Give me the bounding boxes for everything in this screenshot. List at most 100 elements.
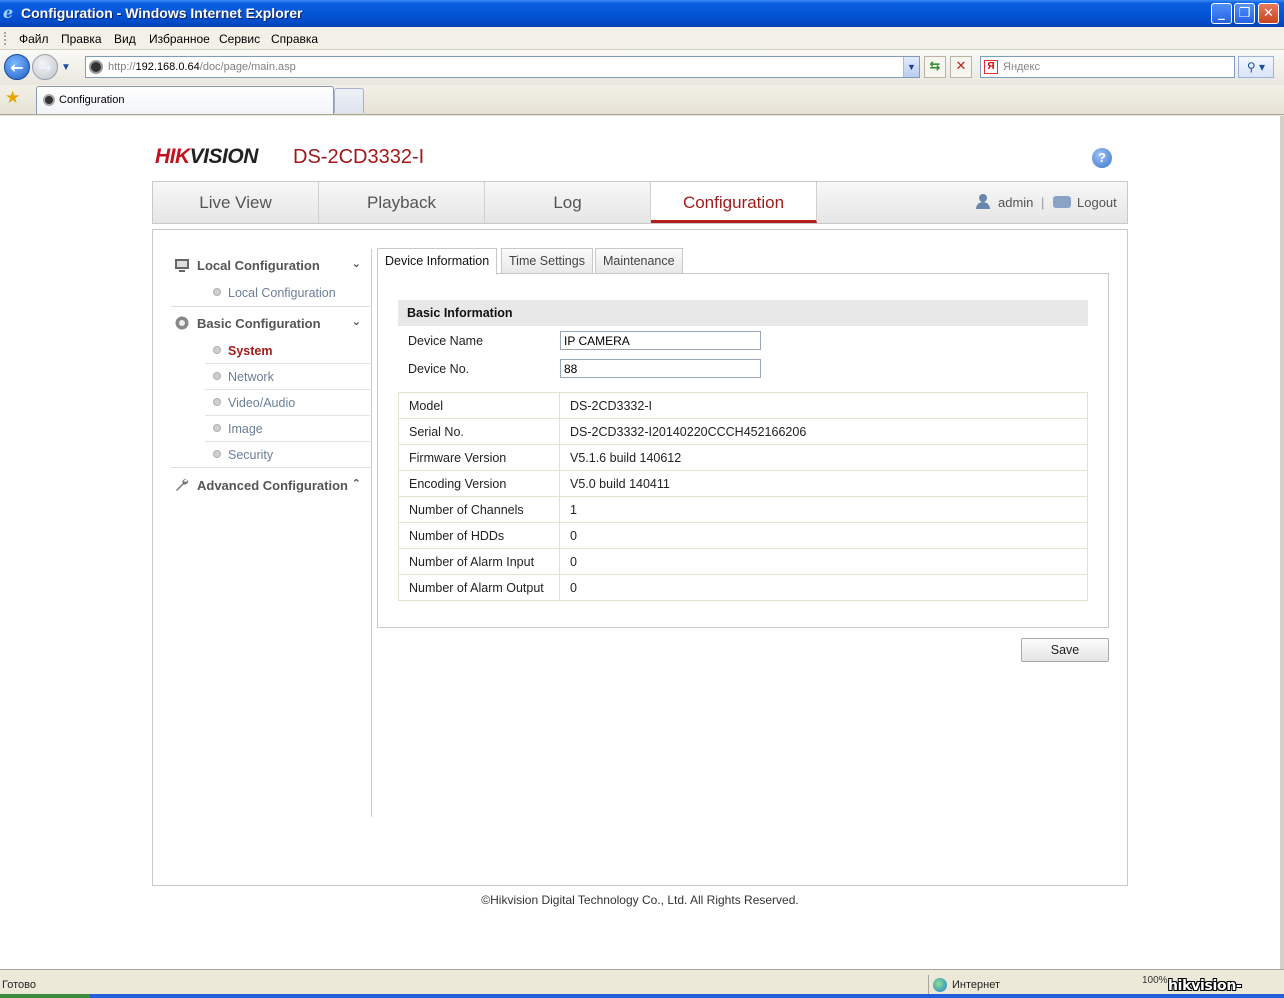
device-name-input[interactable] (560, 331, 761, 350)
sidebar-item-security[interactable]: Security (205, 442, 370, 468)
yandex-icon: Я (984, 60, 998, 74)
menu-edit[interactable]: Правка (61, 32, 102, 46)
menu-tools[interactable]: Сервис (219, 32, 260, 46)
nav-log[interactable]: Log (485, 182, 651, 223)
sidebar-item-network[interactable]: Network (205, 364, 370, 390)
sidebar-item-label: Image (228, 422, 263, 436)
info-label: Number of Alarm Output (398, 574, 560, 601)
logout-link[interactable]: Logout (1077, 195, 1117, 210)
status-text: Готово (2, 979, 36, 991)
main-nav: Live View Playback Log Configuration adm… (152, 181, 1128, 224)
address-field[interactable]: http://192.168.0.64/doc/page/main.asp ▼ (85, 56, 920, 78)
zoom-level[interactable]: 100% (1142, 975, 1168, 986)
info-label: Firmware Version (398, 444, 560, 471)
user-icon (975, 194, 991, 210)
info-value: DS-2CD3332-I20140220CCCH452166206 (559, 418, 1088, 445)
tab-maintenance[interactable]: Maintenance (595, 248, 683, 274)
tab-time-settings[interactable]: Time Settings (501, 248, 593, 274)
table-row: Number of Channels 1 (398, 496, 1088, 523)
sidebar-item-image[interactable]: Image (205, 416, 370, 442)
info-label: Number of Alarm Input (398, 548, 560, 575)
info-value: 0 (559, 574, 1088, 601)
zone-label: Интернет (952, 979, 1000, 991)
sidebar-item-local-configuration[interactable]: Local Configuration (205, 280, 370, 306)
forward-button[interactable]: → (32, 54, 58, 80)
stop-button[interactable]: ✕ (950, 56, 972, 78)
info-value: 0 (559, 548, 1088, 575)
hikvision-logo: HIKVISION (155, 145, 258, 168)
table-row: Number of Alarm Output 0 (398, 574, 1088, 601)
sidebar-local-config-header[interactable]: Local Configuration ⌄ (171, 250, 370, 280)
favorites-star-icon[interactable]: ★ (5, 88, 20, 108)
search-button[interactable]: ⚲ ▾ (1238, 56, 1274, 78)
section-header: Basic Information (398, 300, 1088, 326)
refresh-button[interactable]: ⇆ (924, 56, 946, 78)
menu-favorites[interactable]: Избранное (149, 32, 210, 46)
info-value: 0 (559, 522, 1088, 549)
restore-button[interactable]: ❐ (1234, 3, 1255, 24)
section-title: Basic Information (407, 306, 513, 320)
nav-playback[interactable]: Playback (319, 182, 485, 223)
help-icon[interactable]: ? (1092, 148, 1112, 168)
nav-configuration[interactable]: Configuration (651, 182, 817, 223)
globe-icon (933, 978, 947, 992)
sidebar-basic-config-label: Basic Configuration (197, 316, 321, 331)
device-name-label: Device Name (408, 334, 484, 348)
device-no-input[interactable] (560, 359, 761, 378)
back-button[interactable]: ← (4, 54, 30, 80)
taskbar-strip (0, 994, 1284, 998)
info-label: Serial No. (398, 418, 560, 445)
site-favicon-icon (89, 60, 103, 74)
minimize-button[interactable]: _ (1211, 3, 1232, 24)
info-value: V5.0 build 140411 (559, 470, 1088, 497)
close-window-button[interactable]: ✕ (1258, 3, 1279, 24)
sidebar-local-config-label: Local Configuration (197, 258, 320, 273)
browser-tab-bar: ★ Configuration (0, 85, 1284, 115)
info-label: Model (398, 392, 560, 419)
browser-tab[interactable]: Configuration (36, 86, 334, 114)
history-dropdown-icon[interactable]: ▼ (61, 62, 71, 73)
new-tab-button[interactable] (334, 88, 364, 113)
vertical-scrollbar[interactable] (1280, 116, 1284, 969)
bullet-icon (213, 288, 221, 296)
sidebar-basic-config-header[interactable]: Basic Configuration ⌄ (171, 308, 370, 338)
info-value: DS-2CD3332-I (559, 392, 1088, 419)
nav-separator: | (1041, 195, 1045, 210)
bullet-icon (213, 398, 221, 406)
address-dropdown-icon[interactable]: ▼ (903, 57, 919, 77)
info-value: 1 (559, 496, 1088, 523)
sidebar-advanced-config-header[interactable]: Advanced Configuration ⌃ (171, 470, 370, 500)
menu-view[interactable]: Вид (114, 32, 136, 46)
table-row: Firmware Version V5.1.6 build 140612 (398, 444, 1088, 471)
gear-icon (175, 316, 189, 330)
table-row: Number of Alarm Input 0 (398, 548, 1088, 575)
window-titlebar: e Configuration - Windows Internet Explo… (0, 0, 1284, 27)
save-button[interactable]: Save (1021, 638, 1109, 662)
address-text: http://192.168.0.64/doc/page/main.asp (108, 61, 296, 73)
nav-live-view[interactable]: Live View (153, 182, 319, 223)
monitor-icon (175, 259, 189, 272)
wrench-icon (176, 478, 189, 491)
bullet-icon (213, 424, 221, 432)
sidebar-item-system[interactable]: System (205, 338, 370, 364)
security-zone[interactable]: Интернет (928, 975, 1138, 995)
device-model-title: DS-2CD3332-I (293, 146, 425, 168)
table-row: Serial No. DS-2CD3332-I20140220CCCH452166… (398, 418, 1088, 445)
copyright-footer: ©Hikvision Digital Technology Co., Ltd. … (481, 893, 799, 907)
sidebar-item-label: Network (228, 370, 274, 384)
sidebar-item-video-audio[interactable]: Video/Audio (205, 390, 370, 416)
tab-device-information-front[interactable]: Device Information (377, 248, 498, 275)
search-field[interactable]: Я Яндекс (980, 56, 1235, 78)
bullet-icon (213, 346, 221, 354)
search-placeholder: Яндекс (1003, 61, 1040, 73)
sidebar-item-label: Local Configuration (228, 286, 336, 300)
table-row: Model DS-2CD3332-I (398, 392, 1088, 419)
logout-icon[interactable] (1053, 196, 1071, 208)
browser-tab-title: Configuration (59, 94, 125, 106)
menu-file[interactable]: Файл (19, 32, 49, 46)
chevron-down-icon: ⌄ (351, 257, 361, 270)
menu-bar: Файл Правка Вид Избранное Сервис Справка (0, 27, 1284, 50)
info-label: Encoding Version (398, 470, 560, 497)
menu-help[interactable]: Справка (271, 32, 318, 46)
table-row: Encoding Version V5.0 build 140411 (398, 470, 1088, 497)
